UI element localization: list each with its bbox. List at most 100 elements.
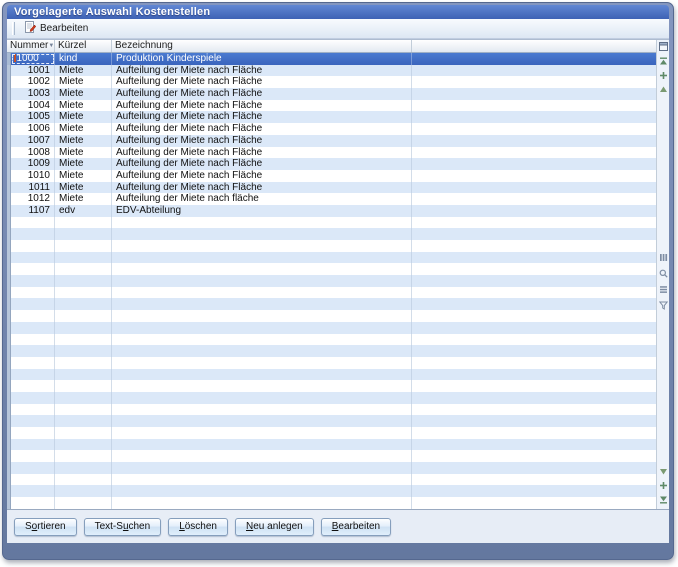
table-row[interactable]: 1006MieteAufteilung der Miete nach Fläch… (7, 123, 656, 135)
cell-bez: Aufteilung der Miete nach Fläche (112, 88, 412, 100)
table-row[interactable] (7, 404, 656, 416)
table-row[interactable]: 1011MieteAufteilung der Miete nach Fläch… (7, 182, 656, 194)
table-row[interactable]: 1010MieteAufteilung der Miete nach Fläch… (7, 170, 656, 182)
cell-bez (112, 404, 412, 416)
table-row[interactable] (7, 263, 656, 275)
table-row[interactable]: 1005MieteAufteilung der Miete nach Fläch… (7, 111, 656, 123)
insert-up-icon[interactable] (658, 70, 668, 80)
cell-kz (55, 217, 112, 229)
bearbeiten-button[interactable]: Bearbeiten (321, 518, 391, 536)
cell-bez (112, 228, 412, 240)
cell-bez: Aufteilung der Miete nach Fläche (112, 123, 412, 135)
table-row[interactable] (7, 287, 656, 299)
go-to-first-icon[interactable] (658, 56, 668, 66)
cell-fill (412, 357, 656, 369)
table-row[interactable] (7, 462, 656, 474)
table-row[interactable] (7, 240, 656, 252)
cell-kz (55, 357, 112, 369)
table-body: 1000kindProduktion Kinderspiele1001Miete… (7, 53, 656, 509)
cell-fill (412, 345, 656, 357)
table-row[interactable] (7, 275, 656, 287)
search-icon[interactable] (658, 268, 668, 278)
table-row[interactable]: 1007MieteAufteilung der Miete nach Fläch… (7, 135, 656, 147)
table-row[interactable] (7, 427, 656, 439)
table-row[interactable] (7, 369, 656, 381)
cell-num (11, 497, 55, 509)
cell-num (11, 415, 55, 427)
grid-side-rail (656, 40, 669, 509)
column-header-nummer[interactable]: Nummer ▼ (7, 40, 55, 52)
table-row[interactable]: 1001MieteAufteilung der Miete nach Fläch… (7, 65, 656, 77)
cell-fill (412, 217, 656, 229)
table-row[interactable]: 1009MieteAufteilung der Miete nach Fläch… (7, 158, 656, 170)
cell-num (11, 427, 55, 439)
table-row[interactable] (7, 310, 656, 322)
go-to-last-icon[interactable] (658, 495, 668, 505)
columns-icon[interactable] (658, 252, 668, 262)
text-suchen-button[interactable]: Text-Suchen (84, 518, 162, 536)
filter-icon[interactable] (658, 300, 668, 310)
cell-fill (412, 310, 656, 322)
cell-num (11, 380, 55, 392)
table-row[interactable] (7, 415, 656, 427)
cell-kz (55, 450, 112, 462)
cell-num (11, 404, 55, 416)
cell-bez (112, 485, 412, 497)
table-row[interactable] (7, 322, 656, 334)
cell-bez (112, 474, 412, 486)
toolbar-grip[interactable] (12, 22, 15, 35)
cell-bez (112, 439, 412, 451)
table-row[interactable]: 1004MieteAufteilung der Miete nach Fläch… (7, 100, 656, 112)
cell-kz: Miete (55, 76, 112, 88)
cell-num (11, 322, 55, 334)
table-row[interactable]: 1012MieteAufteilung der Miete nach fläch… (7, 193, 656, 205)
table-row[interactable] (7, 474, 656, 486)
cell-fill (412, 193, 656, 205)
column-header-bezeichnung[interactable]: Bezeichnung (112, 40, 412, 52)
cell-kz: kind (55, 53, 112, 65)
cell-fill (412, 158, 656, 170)
table-row[interactable] (7, 392, 656, 404)
table-row[interactable] (7, 380, 656, 392)
insert-down-icon[interactable] (658, 481, 668, 491)
previous-row-icon[interactable] (658, 84, 668, 94)
table-row[interactable] (7, 497, 656, 509)
table-row[interactable] (7, 439, 656, 451)
table-row[interactable] (7, 485, 656, 497)
table-row[interactable]: 1002MieteAufteilung der Miete nach Fläch… (7, 76, 656, 88)
cell-bez (112, 392, 412, 404)
next-row-icon[interactable] (658, 467, 668, 477)
window-content: Bearbeiten Nummer ▼ Kürzel Bezeichnung (7, 19, 669, 543)
toolbar-edit-button[interactable]: Bearbeiten (20, 19, 96, 38)
table-row[interactable] (7, 345, 656, 357)
neu-anlegen-button[interactable]: Neu anlegen (235, 518, 314, 536)
cell-num (11, 462, 55, 474)
cell-kz (55, 497, 112, 509)
table-row[interactable]: 1003MieteAufteilung der Miete nach Fläch… (7, 88, 656, 100)
rows-icon[interactable] (658, 284, 668, 294)
table-row[interactable] (7, 228, 656, 240)
cell-bez (112, 369, 412, 381)
window-title-bar[interactable]: Vorgelagerte Auswahl Kostenstellen (7, 5, 669, 19)
cell-fill (412, 53, 656, 65)
table-row[interactable] (7, 450, 656, 462)
column-chooser-icon[interactable] (658, 41, 668, 51)
table-row[interactable]: 1000kindProduktion Kinderspiele (7, 53, 656, 65)
cell-kz (55, 427, 112, 439)
table-row[interactable] (7, 217, 656, 229)
sortieren-button[interactable]: Sortieren (14, 518, 77, 536)
cell-bez (112, 357, 412, 369)
table-row[interactable] (7, 298, 656, 310)
column-header-kuerzel[interactable]: Kürzel (55, 40, 112, 52)
cell-fill (412, 88, 656, 100)
table-row[interactable] (7, 252, 656, 264)
cell-fill (412, 76, 656, 88)
table-row[interactable] (7, 334, 656, 346)
cell-num: 1107 (11, 205, 55, 217)
loeschen-button[interactable]: Löschen (168, 518, 228, 536)
cell-num: 1010 (11, 170, 55, 182)
table-row[interactable]: 1107edvEDV-Abteilung (7, 205, 656, 217)
cell-kz (55, 263, 112, 275)
table-row[interactable] (7, 357, 656, 369)
table-row[interactable]: 1008MieteAufteilung der Miete nach Fläch… (7, 147, 656, 159)
